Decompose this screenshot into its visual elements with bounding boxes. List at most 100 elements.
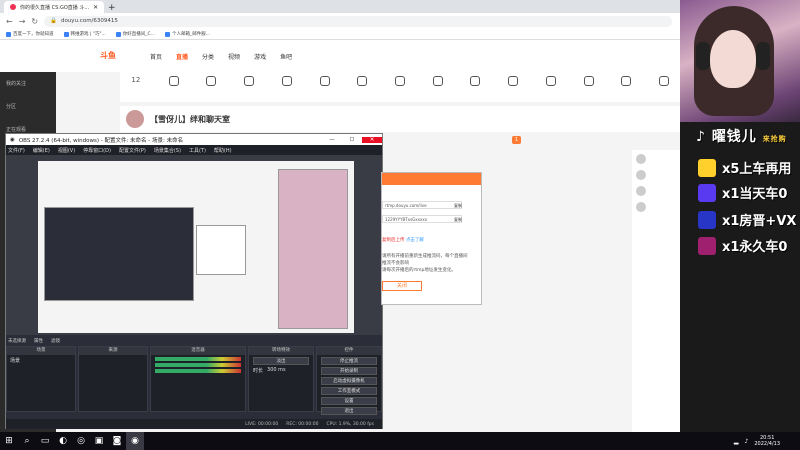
site-header: 斗鱼 首页 直播 分类 视频 游戏 鱼吧 — [0, 40, 680, 72]
stop-stream-button[interactable]: 停止推流 — [321, 357, 377, 365]
reward-icon — [698, 210, 716, 229]
sidebar-item[interactable]: 分区 — [0, 95, 56, 118]
category-item[interactable] — [654, 76, 674, 98]
close-button[interactable]: ✕ — [362, 136, 382, 143]
bookmark-item[interactable]: 你好直播间_C... — [115, 31, 155, 37]
nav-item[interactable]: 游戏 — [254, 52, 266, 61]
avatar — [636, 186, 646, 196]
nav-item[interactable]: 首页 — [150, 52, 162, 61]
app-icon[interactable]: ▣ — [90, 432, 108, 450]
volume-icon[interactable]: ♪ — [745, 438, 749, 445]
category-item[interactable] — [579, 76, 599, 98]
clock[interactable]: 20:51 2022/4/13 — [754, 435, 780, 447]
browser-tab-active[interactable]: 你的很久直播 CS:GO直播 斗... ✕ — [4, 1, 104, 13]
reward-icon — [698, 158, 716, 177]
chat-message — [636, 170, 676, 180]
category-item[interactable] — [503, 76, 523, 98]
filters-button[interactable]: 滤镜 — [51, 338, 60, 346]
category-item[interactable] — [277, 76, 297, 98]
properties-button[interactable]: 属性 — [34, 338, 43, 346]
category-item[interactable] — [164, 76, 184, 98]
category-icon — [545, 76, 556, 86]
windows-taskbar: ⊞ ⌕ ▭ ◐ ◎ ▣ ◙ ◉ ▂ ♪ 20:51 2022/4/13 — [0, 432, 800, 450]
category-item[interactable] — [352, 76, 372, 98]
obs-preview[interactable] — [6, 155, 382, 335]
server-field[interactable]: rtmp.douyu.com/live — [382, 201, 462, 209]
menu-item[interactable]: 配置文件(P) — [119, 147, 146, 154]
copy-key-button[interactable]: 复制 — [454, 217, 462, 223]
search-icon[interactable]: ⌕ — [18, 432, 36, 450]
dialog-header — [382, 173, 481, 185]
category-item[interactable] — [201, 76, 221, 98]
category-item[interactable] — [466, 76, 486, 98]
menu-item[interactable]: 停靠窗口(D) — [83, 147, 111, 154]
menu-item[interactable]: 场景集合(S) — [154, 147, 181, 154]
category-item[interactable]: 12 — [126, 76, 146, 98]
site-logo[interactable]: 斗鱼 — [100, 50, 116, 61]
menu-item[interactable]: 编辑(E) — [33, 147, 50, 154]
back-icon[interactable]: ← — [6, 17, 13, 26]
category-item[interactable] — [315, 76, 335, 98]
scene-item[interactable]: 场景 — [7, 355, 75, 366]
close-icon[interactable]: ✕ — [93, 4, 98, 11]
maximize-button[interactable]: ☐ — [342, 137, 362, 143]
nav-item[interactable]: 分类 — [202, 52, 214, 61]
reward-item: x1当天车0 — [698, 183, 787, 202]
stream-key-field[interactable]: 1229YYYBTxsGxxxxx — [382, 215, 462, 223]
close-dialog-button[interactable]: 关闭 — [382, 281, 422, 291]
category-item[interactable] — [239, 76, 259, 98]
forward-icon[interactable]: → — [19, 17, 26, 26]
nav-item[interactable]: 鱼吧 — [280, 52, 292, 61]
bookmark-item[interactable]: 百度一下，你就知道 — [6, 31, 54, 37]
window-controls: — ☐ ✕ — [322, 136, 382, 143]
url-input[interactable]: 🔒 douyu.com/6309415 — [44, 15, 672, 27]
file-explorer-icon[interactable]: ▭ — [36, 432, 54, 450]
category-item[interactable] — [617, 76, 637, 98]
camera-app-icon[interactable]: ◙ — [108, 432, 126, 450]
bookmark-item[interactable]: 韩维游戏 | "巧"... — [63, 31, 106, 37]
nav-item-active[interactable]: 直播 — [176, 52, 188, 61]
menu-item[interactable]: 帮助(H) — [214, 147, 232, 154]
lock-icon: 🔒 — [50, 18, 57, 24]
copy-server-button[interactable]: 复制 — [454, 203, 462, 209]
obs-title: OBS 27.2.4 (64-bit, windows) - 配置文件: 未命名… — [18, 137, 184, 144]
category-icon — [432, 76, 443, 86]
obs-taskbar-icon[interactable]: ◉ — [126, 432, 144, 450]
bookmark-icon — [115, 31, 121, 37]
settings-button[interactable]: 设置 — [321, 397, 377, 405]
windows-start-icon[interactable]: ⊞ — [0, 432, 18, 450]
transition-select[interactable]: 淡出 — [253, 357, 309, 365]
bookmark-item[interactable]: 个人邮箱_邮件服... — [165, 31, 210, 37]
browser-icon[interactable]: ◐ — [54, 432, 72, 450]
virtual-camera-button[interactable]: 启动虚拟摄像机 — [321, 377, 377, 385]
reward-item: x1永久车0 — [698, 236, 787, 255]
nested-obs-capture — [44, 207, 194, 301]
network-icon[interactable]: ▂ — [734, 438, 739, 445]
studio-mode-button[interactable]: 工作室模式 — [321, 387, 377, 395]
menu-item[interactable]: 视图(V) — [58, 147, 75, 154]
new-tab-button[interactable]: + — [108, 3, 116, 13]
obs-menubar: 文件(F) 编辑(E) 视图(V) 停靠窗口(D) 配置文件(P) 场景集合(S… — [6, 145, 382, 155]
bookmark-icon — [6, 31, 11, 37]
duration-input[interactable]: 300 ms — [267, 367, 286, 374]
streamer-avatar[interactable] — [126, 110, 144, 128]
reload-icon[interactable]: ↻ — [31, 17, 38, 26]
audio-meter — [155, 363, 241, 367]
steam-icon[interactable]: ◎ — [72, 432, 90, 450]
learn-more-link[interactable]: 点击了解 — [406, 238, 424, 243]
sidebar-item[interactable]: 我的关注 — [0, 72, 56, 95]
category-item[interactable] — [428, 76, 448, 98]
tab-title: 你的很久直播 CS:GO直播 斗... — [20, 4, 90, 11]
room-header: 【雪伢儿】绊和聊天室 — [120, 106, 440, 132]
menu-item[interactable]: 工具(T) — [189, 147, 206, 154]
address-toolbar: ← → ↻ 🔒 douyu.com/6309415 — [0, 13, 680, 29]
category-item[interactable] — [390, 76, 410, 98]
nav-item[interactable]: 视频 — [228, 52, 240, 61]
avatar — [636, 170, 646, 180]
minimize-button[interactable]: — — [322, 137, 342, 143]
category-item[interactable] — [541, 76, 561, 98]
avatar — [636, 202, 646, 212]
start-record-button[interactable]: 开始录制 — [321, 367, 377, 375]
menu-item[interactable]: 文件(F) — [8, 147, 25, 154]
exit-button[interactable]: 退出 — [321, 407, 377, 415]
